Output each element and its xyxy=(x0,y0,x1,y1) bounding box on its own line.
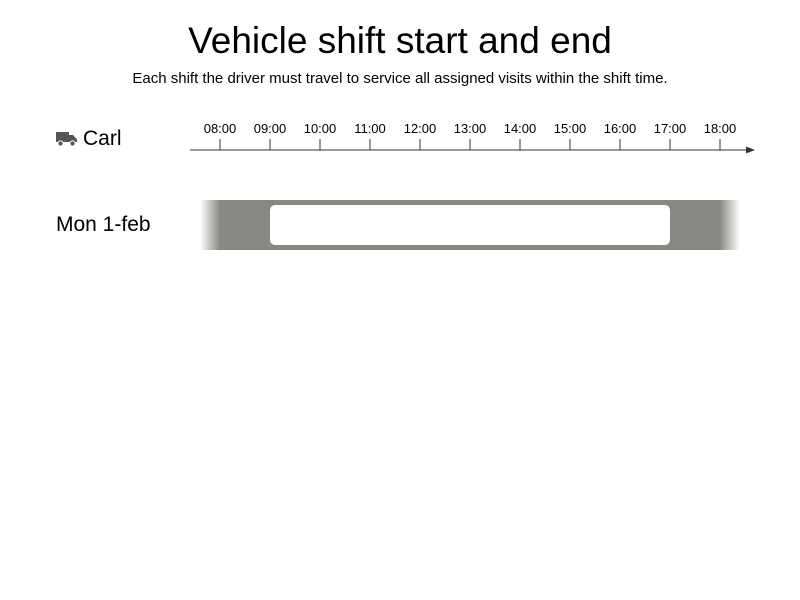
axis-tick-label: 15:00 xyxy=(554,121,587,136)
axis-tick-label: 14:00 xyxy=(504,121,537,136)
axis-tick-label: 13:00 xyxy=(454,121,487,136)
axis-arrow xyxy=(746,146,755,154)
shift-time-window xyxy=(270,205,670,245)
axis-tick-label: 12:00 xyxy=(404,121,437,136)
axis-tick-label: 11:00 xyxy=(354,121,386,136)
shift-day-label: Mon 1-feb xyxy=(56,213,151,236)
time-axis: 08:00 09:00 10:00 11:00 12:00 13:00 14:00 15:00… xyxy=(190,121,755,154)
axis-tick-label: 16:00 xyxy=(604,121,637,136)
axis-tick-label: 17:00 xyxy=(654,121,687,136)
axis-tick-label: 18:00 xyxy=(704,121,737,136)
axis-tick-label: 09:00 xyxy=(254,121,287,136)
axis-tick-label: 10:00 xyxy=(304,121,337,136)
axis-tick-label: 08:00 xyxy=(204,121,237,136)
